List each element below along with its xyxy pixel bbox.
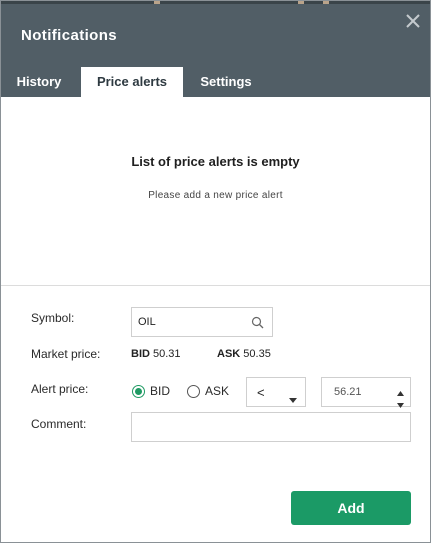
empty-state-subtitle: Please add a new price alert <box>148 190 283 201</box>
alert-price-value[interactable]: 56.21 <box>334 386 362 398</box>
market-bid: BID 50.31 <box>131 348 181 360</box>
operator-select[interactable]: < <box>246 377 306 407</box>
tab-settings[interactable]: Settings <box>193 67 259 97</box>
section-divider <box>1 285 430 286</box>
comment-field[interactable] <box>131 412 411 442</box>
market-bid-value: 50.31 <box>153 348 181 360</box>
symbol-field <box>131 307 273 337</box>
add-button[interactable]: Add <box>291 491 411 525</box>
stepper-down-icon[interactable] <box>397 395 404 413</box>
alert-price-label: Alert price: <box>31 382 89 396</box>
notifications-dialog: Notifications History Price alerts Setti… <box>0 0 431 543</box>
tab-history[interactable]: History <box>9 67 69 97</box>
dialog-title: Notifications <box>21 27 118 44</box>
dialog-header: Notifications History Price alerts Setti… <box>1 4 430 97</box>
market-ask-label: ASK <box>217 348 241 360</box>
comment-label: Comment: <box>31 417 87 431</box>
empty-state-title: List of price alerts is empty <box>131 154 300 169</box>
chevron-down-icon <box>289 390 297 408</box>
operator-value: < <box>257 385 265 400</box>
market-ask: ASK 50.35 <box>217 348 271 360</box>
symbol-label: Symbol: <box>31 311 75 325</box>
radio-ask-label[interactable]: ASK <box>205 384 229 398</box>
search-icon[interactable] <box>251 316 264 329</box>
market-bid-label: BID <box>131 348 150 360</box>
radio-bid[interactable] <box>132 385 145 398</box>
market-ask-value: 50.35 <box>243 348 271 360</box>
tab-price-alerts[interactable]: Price alerts <box>81 67 183 97</box>
radio-bid-label[interactable]: BID <box>150 384 170 398</box>
symbol-input[interactable] <box>138 308 238 336</box>
close-icon[interactable] <box>402 10 424 32</box>
alert-price-stepper[interactable]: 56.21 <box>321 377 411 408</box>
radio-ask[interactable] <box>187 385 200 398</box>
market-price-label: Market price: <box>31 347 101 361</box>
